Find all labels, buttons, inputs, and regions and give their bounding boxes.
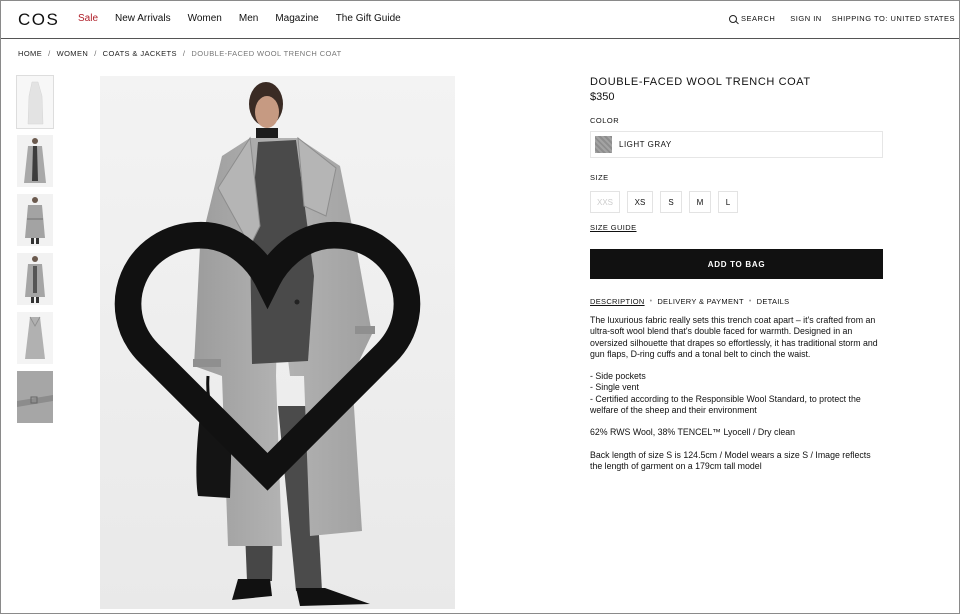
search-label: SEARCH [741, 14, 776, 23]
breadcrumb-home[interactable]: HOME [18, 49, 42, 58]
product-main-image[interactable] [100, 76, 455, 609]
size-option-m[interactable]: M [689, 191, 711, 213]
breadcrumb-separator: / [182, 49, 186, 58]
size-guide-link[interactable]: SIZE GUIDE [590, 223, 637, 232]
thumbnail-image [17, 312, 53, 364]
product-description: The luxurious fabric really sets this tr… [590, 315, 883, 472]
color-label: COLOR [590, 116, 620, 125]
color-value: LIGHT GRAY [619, 140, 672, 149]
tab-delivery-payment[interactable]: DELIVERY & PAYMENT [657, 297, 744, 306]
logo[interactable]: COS [18, 10, 59, 30]
color-selector[interactable]: LIGHT GRAY [590, 131, 883, 158]
thumbnail-6[interactable] [17, 371, 53, 423]
nav-sale[interactable]: Sale [78, 13, 98, 24]
description-composition: 62% RWS Wool, 38% TENCEL™ Lyocell / Dry … [590, 427, 796, 438]
size-options: XXS XS S M L [590, 191, 883, 213]
search-icon [729, 14, 738, 23]
product-tabs: DESCRIPTION • DELIVERY & PAYMENT • DETAI… [590, 297, 883, 306]
color-swatch [595, 136, 612, 153]
tab-description[interactable]: DESCRIPTION [590, 297, 645, 306]
add-to-bag-button[interactable]: ADD TO BAG [590, 249, 883, 279]
search-button[interactable]: SEARCH [729, 14, 775, 23]
product-price: $350 [590, 91, 615, 103]
nav-men[interactable]: Men [239, 13, 258, 24]
nav-new-arrivals[interactable]: New Arrivals [115, 13, 171, 24]
thumbnail-3[interactable] [17, 194, 53, 246]
description-paragraph: The luxurious fabric really sets this tr… [590, 315, 878, 359]
shipping-selector[interactable]: SHIPPING TO: UNITED STATES [832, 14, 955, 23]
nav-gift-guide[interactable]: The Gift Guide [336, 13, 401, 24]
tab-details[interactable]: DETAILS [757, 297, 790, 306]
breadcrumb-coats-jackets[interactable]: COATS & JACKETS [103, 49, 177, 58]
thumbnail-4[interactable] [17, 253, 53, 305]
thumbnail-list [16, 75, 54, 430]
main-nav: Sale New Arrivals Women Men Magazine The… [78, 13, 401, 24]
header-actions: SEARCH SIGN IN SHIPPING TO: UNITED STATE… [729, 14, 955, 23]
thumbnail-image [17, 135, 53, 187]
size-label: SIZE [590, 173, 609, 182]
breadcrumb-separator: / [48, 49, 51, 58]
thumbnail-image [17, 371, 53, 423]
thumbnail-5[interactable] [17, 312, 53, 364]
thumbnail-1[interactable] [16, 75, 54, 129]
thumbnail-image [17, 76, 53, 128]
sign-in-link[interactable]: SIGN IN [790, 14, 821, 23]
breadcrumb-separator: / [94, 49, 97, 58]
nav-magazine[interactable]: Magazine [275, 13, 318, 24]
nav-women[interactable]: Women [188, 13, 222, 24]
breadcrumb-current: DOUBLE-FACED WOOL TRENCH COAT [191, 49, 342, 58]
site-header: COS Sale New Arrivals Women Men Magazine… [1, 1, 959, 39]
size-option-s[interactable]: S [660, 191, 682, 213]
product-info: DOUBLE-FACED WOOL TRENCH COAT $350 COLOR… [590, 74, 883, 483]
product-title: DOUBLE-FACED WOOL TRENCH COAT [590, 76, 811, 88]
size-option-xxs[interactable]: XXS [590, 191, 620, 213]
thumbnail-2[interactable] [17, 135, 53, 187]
tab-separator: • [748, 298, 752, 305]
size-option-xs[interactable]: XS [627, 191, 653, 213]
size-option-l[interactable]: L [718, 191, 738, 213]
heart-icon[interactable] [100, 87, 445, 609]
tab-separator: • [649, 298, 653, 305]
thumbnail-image [17, 253, 53, 305]
description-fit: Back length of size S is 124.5cm / Model… [590, 449, 871, 471]
description-features: - Side pockets - Single vent - Certified… [590, 371, 861, 416]
breadcrumb: HOME / WOMEN / COATS & JACKETS / DOUBLE-… [18, 49, 342, 58]
thumbnail-image [17, 194, 53, 246]
breadcrumb-women[interactable]: WOMEN [57, 49, 89, 58]
